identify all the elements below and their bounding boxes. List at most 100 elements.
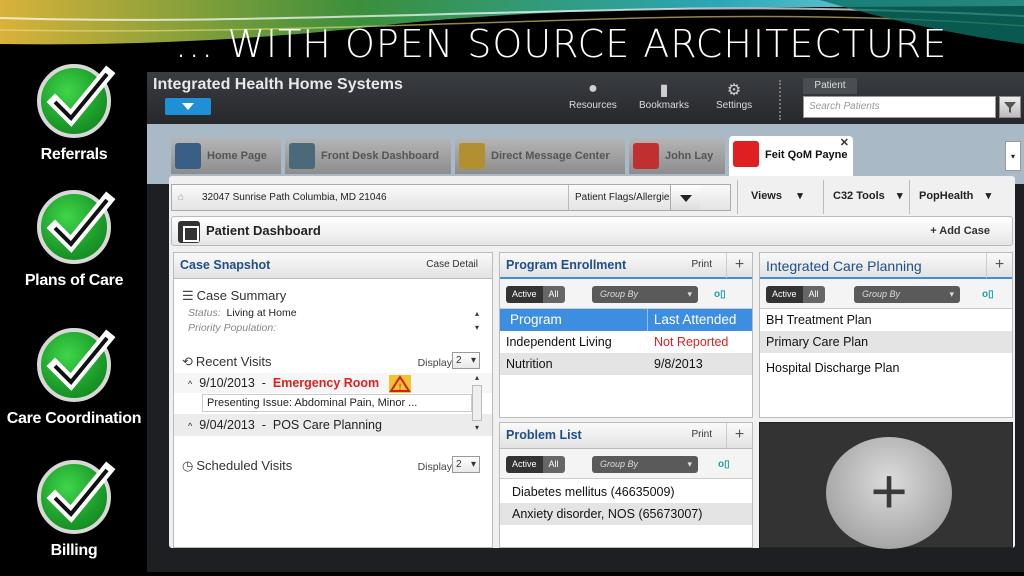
- slide-title: ... WITH OPEN SOURCE ARCHITECTURE: [175, 22, 948, 66]
- panel-header: Case Snapshot Case Detail: [174, 253, 492, 279]
- problem-list-panel: Problem List Print + Active All Group By …: [499, 422, 753, 548]
- tab-home-page[interactable]: Home Page: [171, 138, 281, 174]
- table-row[interactable]: Nutrition 9/8/2013: [500, 353, 752, 375]
- panel-header: Integrated Care Planning +: [760, 253, 1012, 279]
- patient-address: 32047 Sunrise Path Columbia, MD 21046: [202, 192, 387, 203]
- panel-title: Case Snapshot: [180, 258, 271, 272]
- checklist-label: Care Coordination: [6, 410, 142, 427]
- filter-row: ActiveAll Group By o▯: [760, 279, 1012, 309]
- scheduled-visits-header: ◷ Scheduled Visits Display 2: [174, 455, 492, 477]
- collapse-icon[interactable]: ^: [188, 379, 192, 389]
- person-icon: [733, 141, 759, 167]
- toggle-switch-icon[interactable]: o▯: [714, 289, 726, 300]
- clock-icon: ◷: [182, 458, 194, 473]
- c32-tools-menu[interactable]: C32 Tools ▾: [833, 189, 903, 202]
- active-all-toggle[interactable]: Active All: [506, 456, 565, 473]
- patient-search-input[interactable]: Search Patients: [803, 96, 996, 118]
- care-planning-panel: Integrated Care Planning + Active All Gro…: [759, 252, 1013, 418]
- pophealth-menu[interactable]: PopHealth ▾: [919, 189, 991, 202]
- checklist-label: Plans of Care: [24, 272, 124, 289]
- message-icon: [459, 143, 485, 169]
- patient-info-bar: ⌂ 32047 Sunrise Path Columbia, MD 21046 …: [171, 184, 731, 211]
- filter-row: ActiveAll Group By o▯: [500, 449, 752, 479]
- check-icon: [37, 328, 116, 402]
- print-button[interactable]: Print: [691, 429, 712, 440]
- settings-button[interactable]: ⚙ Settings: [716, 80, 752, 111]
- dashboard-title: Patient Dashboard: [206, 223, 321, 238]
- panel-header: Problem List Print +: [500, 423, 752, 449]
- scrollbar[interactable]: ▴ ▾: [472, 373, 482, 435]
- add-case-button[interactable]: + Add Case: [930, 225, 990, 237]
- bookmarks-button[interactable]: ▮ Bookmarks: [639, 80, 689, 111]
- clock-icon: [289, 143, 315, 169]
- group-by-select[interactable]: Group By: [854, 286, 960, 303]
- history-icon: ⟲: [182, 354, 193, 369]
- app-topbar: Integrated Health Home Systems ● Resourc…: [147, 72, 1024, 124]
- filter-icon: [1004, 102, 1016, 113]
- patient-flags-select[interactable]: Patient Flags/Allergies: [568, 185, 700, 210]
- recent-visits-list: ^ 9/10/2013 - Emergency Room ! Presentin…: [174, 373, 492, 437]
- app-name: Integrated Health Home Systems: [153, 76, 403, 93]
- add-button[interactable]: +: [726, 423, 752, 448]
- program-enrollment-panel: Program Enrollment Print + Active All Gro…: [499, 252, 753, 418]
- resources-button[interactable]: ● Resources: [569, 80, 617, 111]
- add-button[interactable]: +: [986, 253, 1012, 278]
- list-item[interactable]: Primary Care Plan: [760, 331, 1012, 353]
- app-window: Integrated Health Home Systems ● Resourc…: [147, 72, 1024, 572]
- active-all-toggle[interactable]: Active All: [766, 286, 825, 303]
- add-button[interactable]: +: [726, 253, 752, 278]
- chevron-down-icon[interactable]: [670, 185, 700, 210]
- check-icon: [37, 190, 116, 264]
- toggle-switch-icon[interactable]: o▯: [982, 289, 994, 300]
- dashboard-icon: [178, 221, 200, 243]
- divider: [909, 180, 910, 214]
- checklist-item-referrals: Referrals: [0, 64, 148, 164]
- group-by-select[interactable]: Group By: [592, 456, 698, 473]
- person-icon: [633, 143, 659, 169]
- column-header-program[interactable]: Program: [500, 309, 647, 331]
- patient-label: Patient: [803, 78, 857, 94]
- tab-direct-message-center[interactable]: Direct Message Center: [455, 138, 625, 174]
- menu-toggle-button[interactable]: [165, 98, 211, 115]
- tab-front-desk-dashboard[interactable]: Front Desk Dashboard: [285, 138, 451, 174]
- print-button[interactable]: Print: [691, 259, 712, 270]
- close-icon[interactable]: ✕: [840, 124, 849, 162]
- dashboard-bar: Patient Dashboard + Add Case: [171, 216, 1013, 246]
- active-all-toggle[interactable]: Active All: [506, 286, 565, 303]
- tab-list-dropdown[interactable]: ▾: [1005, 141, 1021, 171]
- scrollbar[interactable]: ▴ ▾: [472, 307, 482, 339]
- list-item[interactable]: Hospital Discharge Plan: [760, 357, 1012, 379]
- divider: [737, 180, 738, 214]
- list-item[interactable]: Anxiety disorder, NOS (65673007): [500, 503, 752, 525]
- check-icon: [37, 460, 116, 534]
- views-menu[interactable]: Views ▾: [751, 189, 803, 202]
- case-snapshot-panel: Case Snapshot Case Detail ☰ Case Summary …: [173, 252, 493, 548]
- recent-visits-header: ⟲ Recent Visits Display 2: [174, 351, 492, 373]
- visit-row[interactable]: ^ 9/04/2013 - POS Care Planning: [174, 414, 492, 436]
- case-summary-header: ☰ Case Summary: [182, 288, 287, 303]
- checklist-label: Referrals: [40, 146, 108, 163]
- add-widget-button[interactable]: +: [826, 437, 952, 549]
- list-item[interactable]: BH Treatment Plan: [760, 309, 1012, 331]
- filter-button[interactable]: [999, 96, 1021, 118]
- table-row[interactable]: Independent Living Not Reported: [500, 331, 752, 353]
- home-icon: [175, 143, 201, 169]
- column-header-last-attended[interactable]: Last Attended: [646, 309, 752, 331]
- list-item[interactable]: Diabetes mellitus (46635009): [500, 481, 752, 503]
- gear-icon: ⚙: [726, 82, 742, 99]
- checklist-item-care-coordination: Care Coordination: [0, 328, 148, 428]
- group-by-select[interactable]: Group By: [592, 286, 698, 303]
- warning-icon: !: [388, 374, 411, 393]
- tab-feit-qom-payne[interactable]: Feit QoM Payne ✕: [729, 136, 853, 176]
- display-count-select[interactable]: 2: [452, 352, 480, 369]
- svg-text:!: !: [398, 383, 402, 393]
- case-detail-link[interactable]: Case Detail: [426, 259, 478, 270]
- house-icon: ⌂: [178, 192, 185, 203]
- visit-row[interactable]: ^ 9/10/2013 - Emergency Room !: [174, 373, 492, 393]
- tab-john-lay[interactable]: John Lay: [629, 138, 725, 174]
- display-count-select[interactable]: 2: [452, 456, 480, 473]
- toggle-switch-icon[interactable]: o▯: [718, 459, 730, 470]
- case-summary-details: Status: Living at Home Priority Populati…: [174, 307, 492, 341]
- table-header: Program Last Attended: [500, 309, 752, 331]
- collapse-icon[interactable]: ^: [188, 421, 192, 431]
